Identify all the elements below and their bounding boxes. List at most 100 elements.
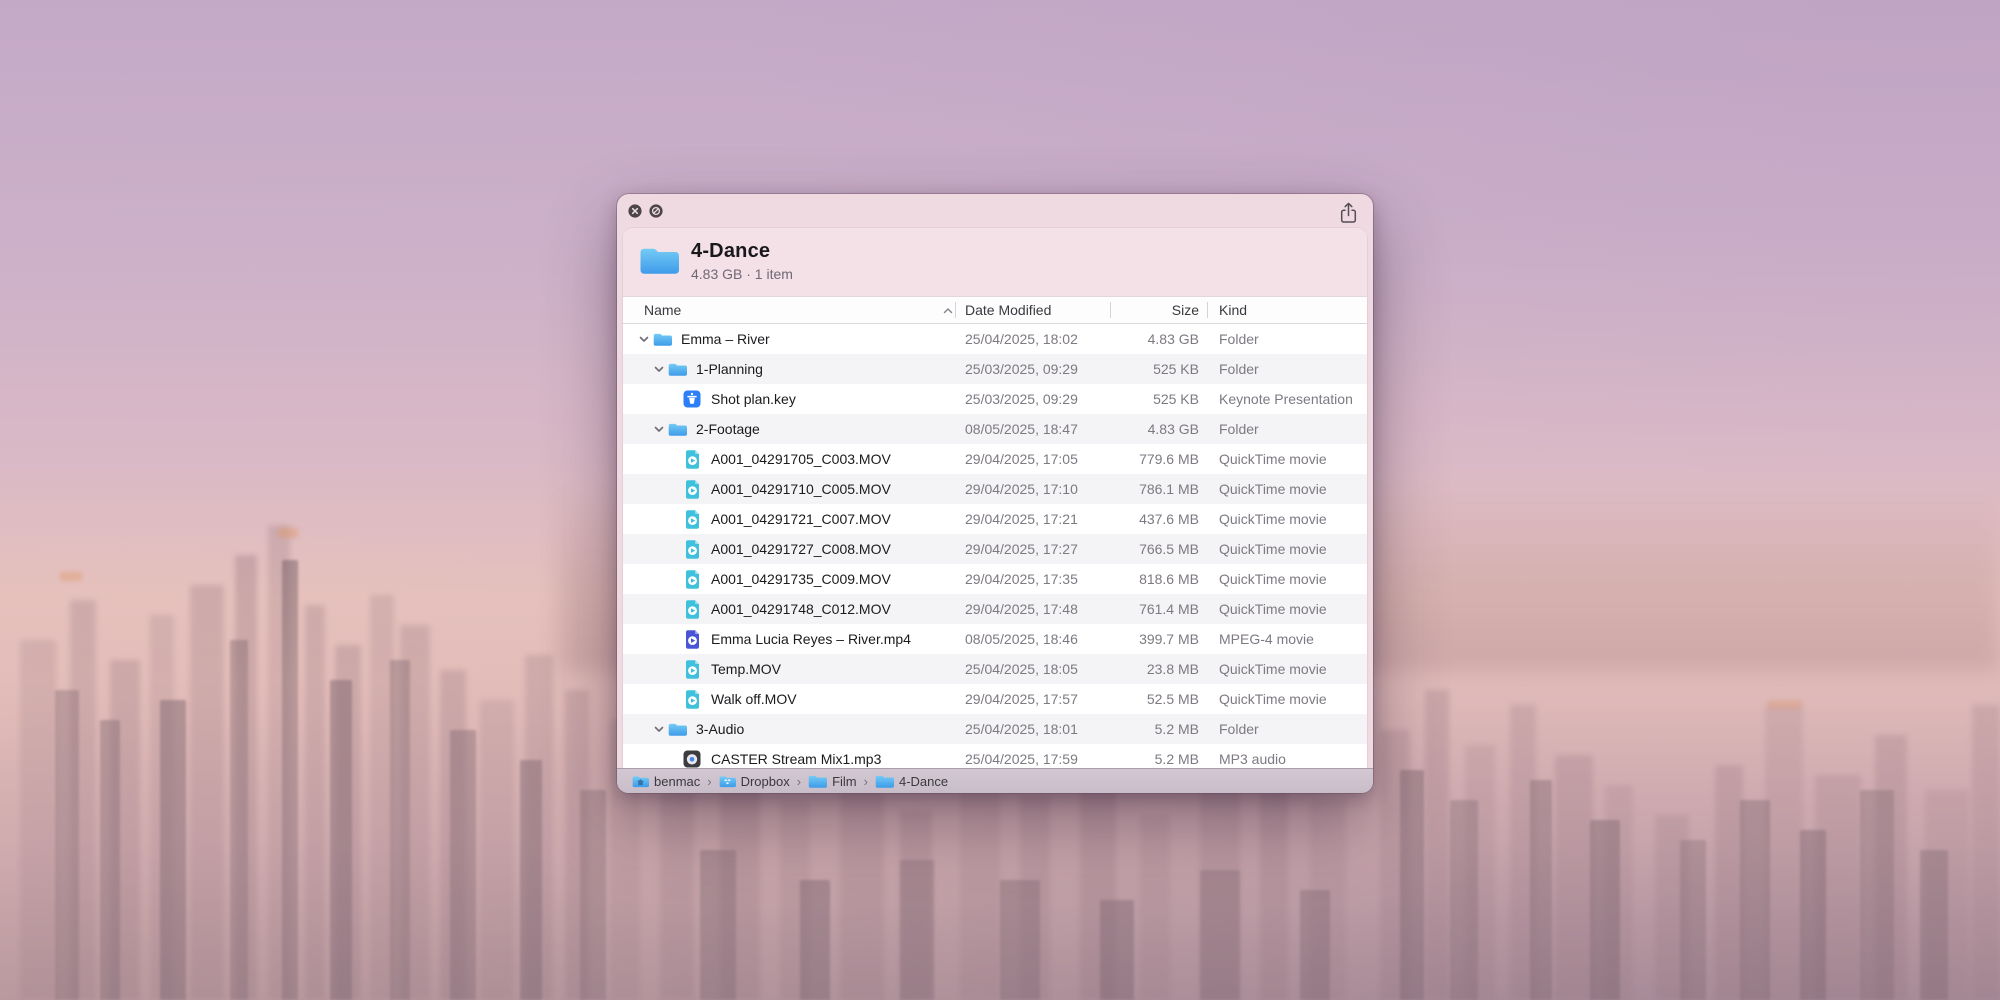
table-row[interactable]: 3-Audio25/04/2025, 18:015.2 MBFolder [623,714,1367,744]
file-name: A001_04291735_C009.MOV [711,571,891,587]
file-name: 3-Audio [696,721,744,737]
column-divider [955,302,956,318]
breadcrumb-item-4-dance[interactable]: 4-Dance [875,774,948,789]
close-button[interactable] [628,204,642,218]
breadcrumb: benmac›Dropbox›Film›4-Dance [632,774,948,789]
content-card: 4-Dance 4.83 GB · 1 item Name Date Modif… [623,228,1367,768]
table-row[interactable]: A001_04291735_C009.MOV 29/04/2025, 17:35 8… [623,564,1367,594]
breadcrumb-item-dropbox[interactable]: Dropbox [719,774,790,789]
file-name-cell: 3-Audio [623,714,744,744]
column-label: Kind [1219,302,1247,318]
table-row[interactable]: 2-Footage08/05/2025, 18:474.83 GBFolder [623,414,1367,444]
file-kind: Folder [1219,414,1259,444]
file-name-cell: A001_04291710_C005.MOV [623,474,891,504]
folder-stats: 4.83 GB · 1 item [691,266,793,282]
column-header-size[interactable]: Size [1093,297,1199,323]
table-row[interactable]: A001_04291721_C007.MOV29/04/2025, 17:214… [623,504,1367,534]
table-row[interactable]: A001_04291727_C008.MOV29/04/2025, 17:277… [623,534,1367,564]
file-kind: QuickTime movie [1219,564,1327,594]
column-header-kind[interactable]: Kind [1219,297,1247,323]
file-name: A001_04291721_C007.MOV [711,511,891,527]
table-row[interactable]: Emma – River25/04/2025, 18:024.83 GBFold… [623,324,1367,354]
file-name: Temp.MOV [711,661,781,677]
folder-icon [808,774,827,789]
table-row[interactable]: CASTER Stream Mix1.mp325/04/2025, 17:595… [623,744,1367,768]
file-kind: Folder [1219,714,1259,744]
dropbox-folder-icon [719,775,736,788]
file-name-cell: A001_04291748_C012.MOV [623,594,891,624]
file-name-cell: Emma – River [623,324,770,354]
mp3-icon [682,750,702,768]
table-row[interactable]: Temp.MOV25/04/2025, 18:0523.8 MBQuickTim… [623,654,1367,684]
file-size: 761.4 MB [1093,594,1199,624]
folder-icon [875,774,894,789]
table-row[interactable]: Walk off.MOV29/04/2025, 17:5752.5 MBQuic… [623,684,1367,714]
file-list: Emma – River25/04/2025, 18:024.83 GBFold… [623,324,1367,768]
finder-preview-window: 4-Dance 4.83 GB · 1 item Name Date Modif… [617,194,1373,793]
file-name-cell: A001_04291721_C007.MOV [623,504,891,534]
file-kind: Keynote Presentation [1219,384,1353,414]
table-row[interactable]: A001_04291710_C005.MOV29/04/2025, 17:107… [623,474,1367,504]
sort-ascending-icon [943,297,953,323]
window-controls [628,204,663,218]
file-size: 23.8 MB [1093,654,1199,684]
quicktime-icon [682,570,702,589]
breadcrumb-separator: › [797,774,801,789]
table-row[interactable]: Emma Lucia Reyes – River.mp408/05/2025, … [623,624,1367,654]
file-size: 766.5 MB [1093,534,1199,564]
file-name: A001_04291727_C008.MOV [711,541,891,557]
file-kind: Folder [1219,324,1259,354]
file-size: 818.6 MB [1093,564,1199,594]
file-name-cell: A001_04291727_C008.MOV [623,534,891,564]
file-name: A001_04291705_C003.MOV [711,451,891,467]
table-row[interactable]: A001_04291705_C003.MOV29/04/2025, 17:057… [623,444,1367,474]
file-size: 5.2 MB [1093,714,1199,744]
quicktime-icon [682,480,702,499]
page-title: 4-Dance [691,240,793,263]
date-modified: 25/03/2025, 09:29 [965,354,1078,384]
breadcrumb-item-film[interactable]: Film [808,774,857,789]
window-titlebar[interactable] [617,194,1373,228]
file-name: A001_04291748_C012.MOV [711,601,891,617]
share-button[interactable] [1336,200,1360,226]
column-header-name[interactable]: Name [644,297,681,323]
file-name-cell: A001_04291735_C009.MOV [623,564,891,594]
column-divider [1207,302,1208,318]
disclosure-chevron-icon[interactable] [651,726,667,733]
file-size: 4.83 GB [1093,324,1199,354]
table-row[interactable]: 1-Planning25/03/2025, 09:29525 KBFolder [623,354,1367,384]
home-folder-icon [632,775,649,788]
file-name: 2-Footage [696,421,760,437]
folder-icon [667,362,687,377]
table-row[interactable]: A001_04291748_C012.MOV29/04/2025, 17:487… [623,594,1367,624]
file-size: 4.83 GB [1093,414,1199,444]
disclosure-chevron-icon[interactable] [636,336,652,343]
breadcrumb-label: Film [832,774,857,789]
date-modified: 25/04/2025, 18:05 [965,654,1078,684]
file-name-cell: Shot plan.key [623,384,796,414]
file-kind: Folder [1219,354,1259,384]
table-row[interactable]: Shot plan.key 25/03/2025, 09:29 525 KB Keyn… [623,384,1367,414]
breadcrumb-label: 4-Dance [899,774,948,789]
breadcrumb-separator: › [864,774,868,789]
disclosure-chevron-icon[interactable] [651,366,667,373]
file-name-cell: A001_04291705_C003.MOV [623,444,891,474]
keynote-icon [682,390,702,408]
column-header-date-modified[interactable]: Date Modified [965,297,1051,323]
file-size: 786.1 MB [1093,474,1199,504]
quicktime-icon [682,540,702,559]
file-size: 399.7 MB [1093,624,1199,654]
file-kind: MPEG-4 movie [1219,624,1314,654]
file-size: 525 KB [1093,384,1199,414]
disclosure-chevron-icon[interactable] [651,426,667,433]
folder-icon [639,245,679,276]
file-name: CASTER Stream Mix1.mp3 [711,751,881,767]
folder-icon [652,332,672,347]
date-modified: 29/04/2025, 17:05 [965,444,1078,474]
date-modified: 29/04/2025, 17:35 [965,564,1078,594]
minimize-disabled-button[interactable] [649,204,663,218]
mpeg4-icon [682,630,702,649]
folder-summary-header: 4-Dance 4.83 GB · 1 item [623,228,1367,297]
breadcrumb-item-benmac[interactable]: benmac [632,774,700,789]
date-modified: 25/03/2025, 09:29 [965,384,1078,414]
